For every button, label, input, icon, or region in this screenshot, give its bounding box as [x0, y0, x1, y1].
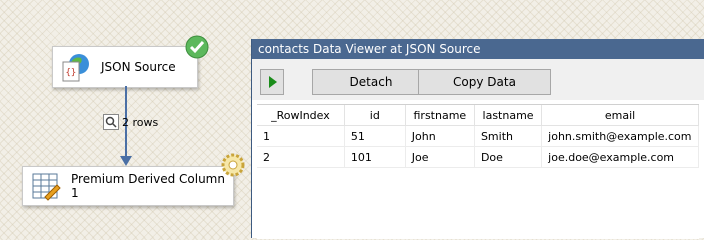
table-cell[interactable]: 101 [344, 146, 406, 168]
play-button[interactable] [260, 69, 284, 95]
data-path-label[interactable]: 2 rows [103, 114, 158, 130]
json-source-icon: {} [61, 52, 91, 82]
json-source-task[interactable]: {} JSON Source [52, 35, 209, 88]
check-badge-icon [185, 35, 209, 62]
column-header[interactable]: email [541, 105, 699, 126]
table-cell[interactable]: Doe [474, 146, 543, 168]
derived-column-task[interactable]: Premium Derived Column 1 [22, 153, 245, 206]
column-header[interactable]: _RowIndex [257, 105, 345, 126]
row-count-label: 2 rows [122, 115, 159, 129]
svg-text:{}: {} [66, 68, 77, 78]
viewer-title: contacts Data Viewer at JSON Source [252, 39, 704, 59]
detach-button[interactable]: Detach [312, 69, 430, 95]
column-header[interactable]: id [344, 105, 406, 126]
table-row[interactable]: 1 51 John Smith john.smith@example.com [257, 125, 699, 147]
table-cell[interactable]: 2 [257, 146, 345, 168]
column-header[interactable]: firstname [405, 105, 475, 126]
play-icon [269, 76, 277, 88]
derived-column-icon [31, 171, 61, 201]
header-row: _RowIndex id firstname lastname email [257, 105, 699, 126]
column-header[interactable]: lastname [474, 105, 543, 126]
table-cell[interactable]: 1 [257, 125, 345, 147]
data-grid[interactable]: _RowIndex id firstname lastname email 1 … [257, 104, 699, 239]
table-cell[interactable]: Smith [474, 125, 543, 147]
data-table: _RowIndex id firstname lastname email 1 … [257, 105, 699, 168]
table-row[interactable]: 2 101 Joe Doe joe.doe@example.com [257, 146, 699, 168]
table-cell[interactable]: john.smith@example.com [541, 125, 699, 147]
viewer-toolbar: Detach Copy Data [252, 59, 704, 100]
table-cell[interactable]: 51 [344, 125, 406, 147]
derived-column-label: Premium Derived Column 1 [71, 172, 225, 200]
gear-badge-icon [221, 153, 245, 180]
data-path-arrow [120, 156, 132, 166]
data-viewer-window[interactable]: contacts Data Viewer at JSON Source Deta… [251, 39, 704, 239]
copy-data-button[interactable]: Copy Data [418, 69, 551, 95]
data-viewer-icon[interactable] [103, 114, 119, 130]
json-source-label: JSON Source [101, 60, 176, 74]
table-cell[interactable]: joe.doe@example.com [541, 146, 699, 168]
table-cell[interactable]: Joe [405, 146, 475, 168]
table-cell[interactable]: John [405, 125, 475, 147]
